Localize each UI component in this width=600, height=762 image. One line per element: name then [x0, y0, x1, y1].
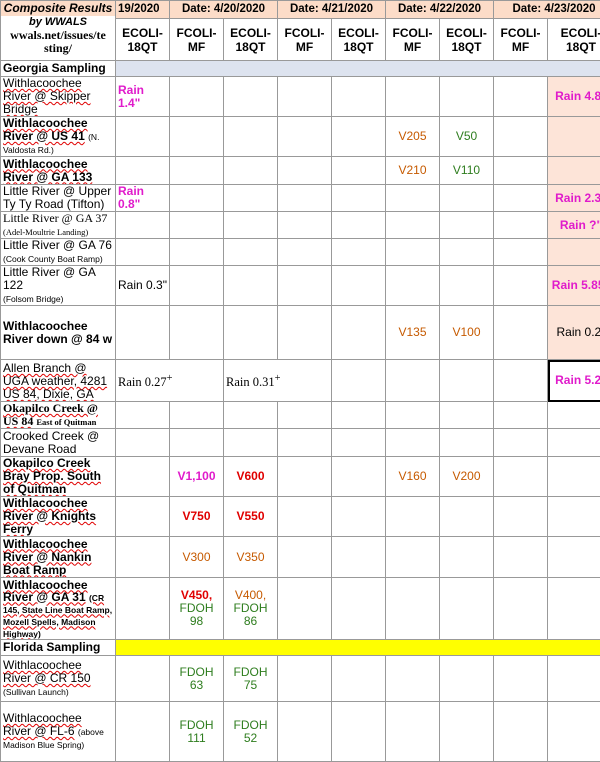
location-cell: Withlacoochee River @ FL-6 (above Madiso… [1, 702, 116, 762]
value-cell: V205 [386, 117, 440, 157]
value-cell: V600 [224, 457, 278, 497]
value-cell: Rain ?" [548, 212, 600, 239]
table-row: Withlacoochee River @ CR 150 (Sullivan L… [1, 656, 600, 702]
value-cell: Rain 5.2" [548, 360, 600, 402]
location-cell: Crooked Creek @ Devane Road [1, 429, 116, 457]
value-cell: Rain 4.8" [548, 77, 600, 117]
report-url[interactable]: wwals.net/issues/testing/ [3, 29, 113, 55]
table-row: Withlacoochee River @ GA 133 V210 V110 [1, 157, 600, 185]
date-label-1: Date: 4/20/2020 [170, 1, 278, 19]
table-row: Okapilco Creek @ US 84 East of Quitman [1, 402, 600, 429]
table-row: Withlacoochee River @ Skipper Bridge Rai… [1, 77, 600, 117]
value-cell: V350 [224, 537, 278, 578]
table-row: Little River @ GA 76(Cook County Boat Ra… [1, 239, 600, 266]
table-row: Withlacoochee River @ Nankin Boat Ramp V… [1, 537, 600, 578]
location-cell: Withlacoochee River @ Nankin Boat Ramp [1, 537, 116, 578]
value-cell: V100 [440, 306, 494, 360]
location-cell: Withlacoochee River @ Skipper Bridge [1, 77, 116, 117]
table-row: Withlacoochee River @ US 41 (N. Valdosta… [1, 117, 600, 157]
location-cell: Okapilco Creek Bray Prop. South of Quitm… [1, 457, 116, 497]
col-header: ECOLI-18QT [440, 19, 494, 61]
col-header: ECOLI-18QT [332, 19, 386, 61]
table-row: Allen Branch @ UGA weather, 4281 US 84, … [1, 360, 600, 402]
date-label-2: Date: 4/21/2020 [278, 1, 386, 19]
report-title: Composite Results [1, 1, 115, 16]
georgia-section-row: Georgia Sampling [1, 61, 600, 77]
table-row: Little River @ Upper Ty Ty Road (Tifton)… [1, 185, 600, 212]
location-cell: Little River @ GA 37(Adel-Moultrie Landi… [1, 212, 116, 239]
table-row: Crooked Creek @ Devane Road [1, 429, 600, 457]
value-cell: V210 [386, 157, 440, 185]
value-cell: V300 [170, 537, 224, 578]
location-cell: Little River @ Upper Ty Ty Road (Tifton) [1, 185, 116, 212]
col-header: FCOLI-MF [278, 19, 332, 61]
col-header: FCOLI-MF [386, 19, 440, 61]
date-label-4: Date: 4/23/2020 [494, 1, 600, 19]
table-row: Withlacoochee River @ FL-6 (above Madiso… [1, 702, 600, 762]
table-row: Withlacoochee River down @ 84 w V135 V10… [1, 306, 600, 360]
value-cell: Rain 0.27+ [116, 360, 224, 402]
location-cell: Withlacoochee River @ GA 133 [1, 157, 116, 185]
col-header: FCOLI-MF [170, 19, 224, 61]
value-cell: Rain 2.3" [548, 185, 600, 212]
value-cell: V400,FDOH 86 [224, 578, 278, 640]
value-cell: V750 [170, 497, 224, 537]
location-cell: Withlacoochee River @ US 41 (N. Valdosta… [1, 117, 116, 157]
value-cell: FDOH 75 [224, 656, 278, 702]
table-row: Little River @ GA 37(Adel-Moultrie Landi… [1, 212, 600, 239]
table-row: Little River @ GA 122(Folsom Bridge) Rai… [1, 266, 600, 306]
value-cell: Rain 0.3" [116, 266, 170, 306]
value-cell: V135 [386, 306, 440, 360]
florida-band [116, 640, 600, 656]
georgia-section-label: Georgia Sampling [1, 61, 116, 77]
table-row: Withlacoochee River @ Knights Ferry V750… [1, 497, 600, 537]
location-cell: Little River @ GA 122(Folsom Bridge) [1, 266, 116, 306]
value-cell: V550 [224, 497, 278, 537]
value-cell: Rain 1.4" [116, 77, 170, 117]
value-cell: V160 [386, 457, 440, 497]
col-header: ECOLI-18QT [224, 19, 278, 61]
col-header: ECOLI-18QT [548, 19, 600, 61]
florida-section-row: Florida Sampling [1, 640, 600, 656]
value-cell: V200 [440, 457, 494, 497]
value-cell: V50 [440, 117, 494, 157]
table-row: Okapilco Creek Bray Prop. South of Quitm… [1, 457, 600, 497]
location-cell: Withlacoochee River @ Knights Ferry [1, 497, 116, 537]
value-cell: Rain 0.31+ [224, 360, 332, 402]
date-label-0: 19/2020 [116, 1, 170, 19]
value-cell: Rain 5.85" [548, 266, 600, 306]
location-cell: Allen Branch @ UGA weather, 4281 US 84, … [1, 360, 116, 402]
location-cell: Okapilco Creek @ US 84 East of Quitman [1, 402, 116, 429]
value-cell: V1,100 [170, 457, 224, 497]
value-cell: V110 [440, 157, 494, 185]
value-cell: FDOH 63 [170, 656, 224, 702]
location-cell: Withlacoochee River @ GA 31 (CR 145, Sta… [1, 578, 116, 640]
florida-section-label: Florida Sampling [1, 640, 116, 656]
value-cell: FDOH 52 [224, 702, 278, 762]
location-cell: Little River @ GA 76(Cook County Boat Ra… [1, 239, 116, 266]
date-row: Composite Results by WWALS wwals.net/iss… [1, 1, 600, 19]
location-cell: Withlacoochee River down @ 84 w [1, 306, 116, 360]
table-row: Withlacoochee River @ GA 31 (CR 145, Sta… [1, 578, 600, 640]
value-cell: V450,FDOH 98 [170, 578, 224, 640]
location-cell: Withlacoochee River @ CR 150 (Sullivan L… [1, 656, 116, 702]
col-header: FCOLI-MF [494, 19, 548, 61]
value-cell: Rain 0.8" [116, 185, 170, 212]
date-label-3: Date: 4/22/2020 [386, 1, 494, 19]
value-cell: FDOH 111 [170, 702, 224, 762]
value-cell: Rain 0.2" [548, 306, 600, 360]
georgia-band [116, 61, 600, 77]
results-table: Composite Results by WWALS wwals.net/iss… [0, 0, 600, 762]
title-cell: Composite Results by WWALS wwals.net/iss… [1, 1, 116, 61]
col-header: ECOLI-18QT [116, 19, 170, 61]
